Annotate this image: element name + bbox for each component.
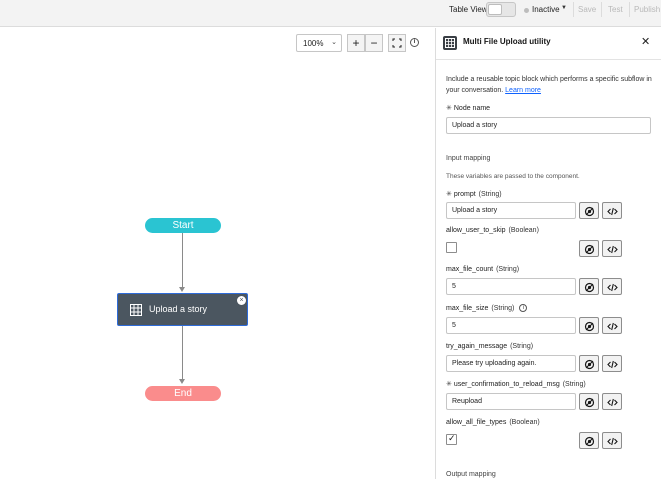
code-icon bbox=[607, 322, 618, 331]
code-icon bbox=[607, 207, 618, 216]
allow-all-file-types-checkbox[interactable]: ✓ bbox=[446, 433, 457, 445]
divider bbox=[601, 2, 602, 17]
variable-icon bbox=[584, 206, 595, 217]
divider bbox=[629, 2, 630, 17]
status-dropdown[interactable]: Inactive bbox=[532, 5, 560, 14]
edge-line bbox=[182, 233, 183, 288]
allow-user-to-skip-checkbox[interactable] bbox=[446, 242, 457, 253]
start-node[interactable]: Start bbox=[145, 218, 221, 233]
divider bbox=[436, 59, 661, 60]
variable-button[interactable] bbox=[579, 355, 599, 372]
upload-story-node[interactable]: Upload a story × bbox=[117, 293, 248, 326]
remove-node-icon[interactable]: × bbox=[237, 296, 246, 305]
expression-button[interactable] bbox=[602, 393, 622, 410]
input-mapping-title: Input mapping bbox=[446, 155, 491, 162]
variable-button[interactable] bbox=[579, 240, 599, 257]
zoom-in-button[interactable]: + bbox=[347, 34, 365, 52]
code-icon bbox=[607, 283, 618, 292]
variable-icon bbox=[584, 436, 595, 447]
node-name-input[interactable]: Upload a story bbox=[446, 117, 651, 134]
max-file-count-input[interactable]: 5 bbox=[446, 278, 576, 295]
variable-icon bbox=[584, 282, 595, 293]
variable-icon bbox=[584, 321, 595, 332]
field-label-prompt: ✳ prompt (String) bbox=[446, 191, 502, 198]
user-confirmation-input[interactable]: Reupload bbox=[446, 393, 576, 410]
try-again-message-input[interactable]: Please try uploading again. bbox=[446, 355, 576, 372]
expression-button[interactable] bbox=[602, 240, 622, 257]
flow-canvas[interactable]: 100% ⌄ + − i Start Upload a story × End bbox=[0, 28, 435, 479]
panel-title: Multi File Upload utility bbox=[463, 37, 551, 46]
test-button[interactable]: Test bbox=[608, 5, 623, 14]
field-label-allow-all-file-types: allow_all_file_types (Boolean) bbox=[446, 419, 540, 426]
expression-button[interactable] bbox=[602, 355, 622, 372]
arrow-head-icon bbox=[179, 379, 185, 384]
component-grid-icon bbox=[130, 304, 142, 316]
expression-button[interactable] bbox=[602, 317, 622, 334]
prompt-input[interactable]: Upload a story bbox=[446, 202, 576, 219]
toggle-knob bbox=[488, 4, 502, 15]
table-view-label: Table View bbox=[449, 5, 488, 14]
variable-button[interactable] bbox=[579, 202, 599, 219]
component-icon bbox=[443, 36, 457, 50]
variable-icon bbox=[584, 244, 595, 255]
required-asterisk-icon: ✳ bbox=[446, 381, 452, 388]
output-mapping-title: Output mapping bbox=[446, 471, 496, 478]
expression-button[interactable] bbox=[602, 432, 622, 449]
caret-down-icon[interactable]: ▼ bbox=[561, 5, 567, 11]
table-view-toggle[interactable] bbox=[486, 2, 516, 17]
code-icon bbox=[607, 245, 618, 254]
variable-icon bbox=[584, 397, 595, 408]
field-label-user-confirmation: ✳ user_confirmation_to_reload_msg (String) bbox=[446, 381, 586, 388]
end-node[interactable]: End bbox=[145, 386, 221, 401]
fit-to-screen-button[interactable] bbox=[388, 34, 406, 52]
field-label-try-again-message: try_again_message (String) bbox=[446, 343, 534, 350]
node-name-label: ✳ Node name bbox=[446, 105, 491, 112]
required-asterisk-icon: ✳ bbox=[446, 105, 452, 112]
field-label-max-file-count: max_file_count (String) bbox=[446, 266, 520, 273]
close-icon[interactable]: ✕ bbox=[641, 35, 650, 48]
field-label-max-file-size: max_file_size (String) i bbox=[446, 304, 528, 312]
expression-button[interactable] bbox=[602, 278, 622, 295]
learn-more-link[interactable]: Learn more bbox=[505, 87, 541, 94]
chevron-down-icon: ⌄ bbox=[331, 39, 337, 46]
required-asterisk-icon: ✳ bbox=[446, 191, 452, 198]
variable-button[interactable] bbox=[579, 393, 599, 410]
properties-panel: Multi File Upload utility ✕ Include a re… bbox=[435, 28, 661, 479]
input-mapping-subtitle: These variables are passed to the compon… bbox=[446, 173, 580, 180]
checkmark-icon: ✓ bbox=[448, 433, 456, 443]
field-label-allow-user-to-skip: allow_user_to_skip (Boolean) bbox=[446, 227, 539, 234]
description-text: Include a reusable topic block which per… bbox=[446, 76, 652, 94]
arrow-head-icon bbox=[179, 287, 185, 292]
node-label: Upload a story bbox=[149, 304, 208, 314]
edge-line bbox=[182, 326, 183, 380]
variable-button[interactable] bbox=[579, 317, 599, 334]
divider bbox=[573, 2, 574, 17]
code-icon bbox=[607, 360, 618, 369]
panel-description: Include a reusable topic block which per… bbox=[446, 74, 658, 96]
fit-screen-icon bbox=[392, 38, 402, 48]
publish-button[interactable]: Publish bbox=[634, 5, 660, 14]
max-file-size-input[interactable]: 5 bbox=[446, 317, 576, 334]
zoom-select[interactable]: 100% ⌄ bbox=[296, 34, 342, 52]
variable-button[interactable] bbox=[579, 278, 599, 295]
save-button[interactable]: Save bbox=[578, 5, 596, 14]
code-icon bbox=[607, 398, 618, 407]
status-dot-icon bbox=[524, 8, 529, 13]
zoom-value: 100% bbox=[303, 39, 324, 48]
top-toolbar: Table View Inactive ▼ Save Test Publish bbox=[0, 0, 661, 27]
variable-button[interactable] bbox=[579, 432, 599, 449]
info-icon[interactable]: i bbox=[410, 38, 419, 47]
variable-icon bbox=[584, 359, 595, 370]
expression-button[interactable] bbox=[602, 202, 622, 219]
zoom-out-button[interactable]: − bbox=[365, 34, 383, 52]
code-icon bbox=[607, 437, 618, 446]
info-icon[interactable]: i bbox=[519, 304, 528, 312]
